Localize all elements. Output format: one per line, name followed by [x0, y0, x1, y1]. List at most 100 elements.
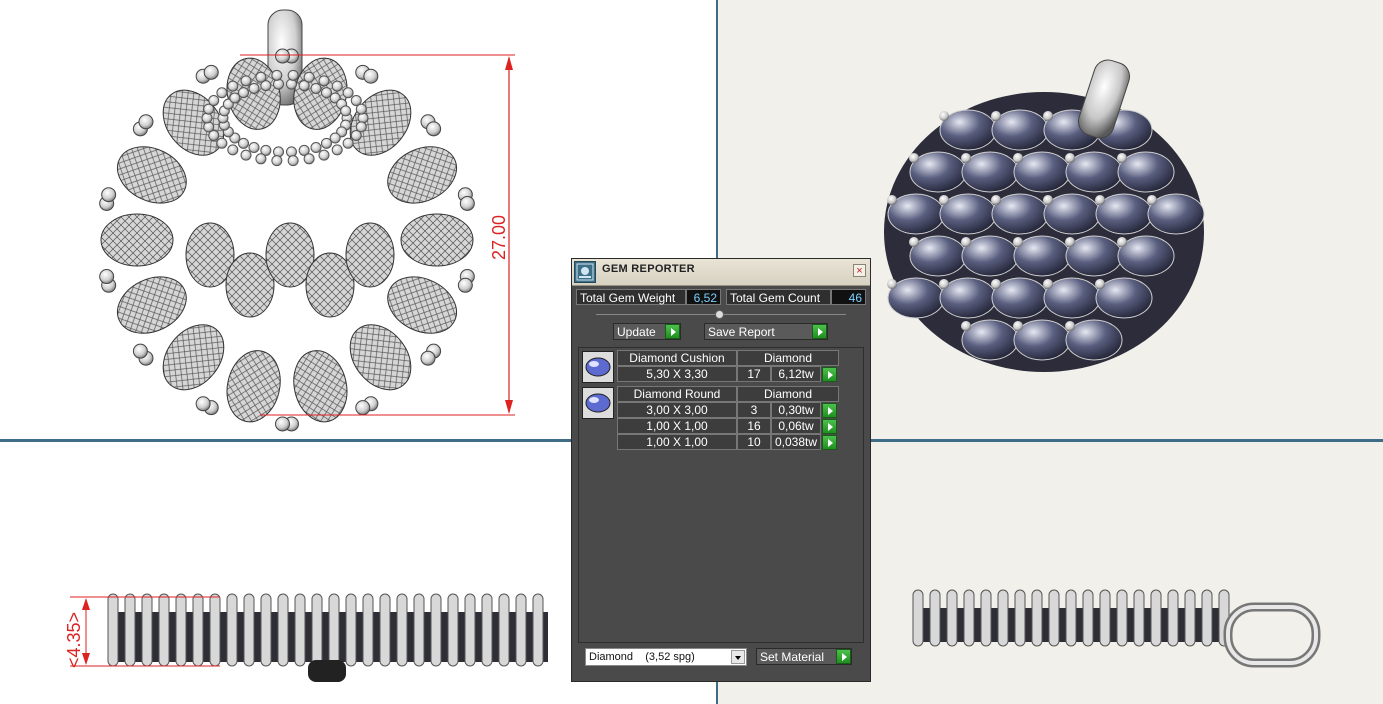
small-round-gem [318, 149, 330, 161]
gem-count-cell: 16 [737, 418, 771, 434]
prong [1043, 195, 1053, 205]
gem-reporter-icon [574, 261, 596, 283]
cushion-gem [100, 213, 174, 267]
prong [138, 114, 154, 130]
prong [457, 277, 473, 293]
update-button[interactable]: Update [613, 323, 681, 340]
group-material-header: Diamond [737, 386, 839, 402]
prong [275, 416, 291, 432]
small-round-gem [273, 146, 285, 158]
small-round-gem [303, 71, 315, 83]
gem-count-cell: 10 [737, 434, 771, 450]
prong [420, 350, 436, 366]
prong [459, 195, 475, 211]
material-select[interactable]: Diamond (3,52 spg) [585, 648, 747, 666]
prong [311, 593, 323, 667]
group-shape-header: Diamond Round [617, 386, 737, 402]
prong [362, 593, 374, 667]
prong [961, 153, 971, 163]
prong [1048, 589, 1060, 647]
prong [1013, 321, 1023, 331]
prong [363, 68, 379, 84]
prong [991, 195, 1001, 205]
panel-titlebar[interactable]: GEM REPORTER × [572, 259, 870, 286]
prong [277, 593, 289, 667]
small-round-gem [318, 75, 330, 87]
close-button[interactable]: × [853, 264, 866, 277]
total-gem-count-value: 46 [831, 289, 866, 305]
gem-size-cell: 5,30 X 3,30 [617, 366, 737, 382]
save-report-button[interactable]: Save Report [704, 323, 828, 340]
save-report-button-label: Save Report [708, 325, 775, 339]
small-round-gem [287, 155, 299, 167]
prong [1065, 153, 1075, 163]
prong [1184, 589, 1196, 647]
prong [430, 593, 442, 667]
total-gem-weight-label: Total Gem Weight [576, 289, 686, 305]
prong [1082, 589, 1094, 647]
prong [532, 593, 544, 667]
prong [961, 237, 971, 247]
small-round-gem [285, 78, 297, 90]
gem-weight-cell: 6,12tw [771, 366, 821, 382]
cushion-gem [400, 213, 474, 267]
gem-size-cell: 1,00 X 1,00 [617, 434, 737, 450]
small-round-gem [350, 129, 362, 141]
prong [991, 279, 1001, 289]
prong [294, 593, 306, 667]
gem-weight-cell: 0,30tw [771, 402, 821, 418]
prong [141, 593, 153, 667]
prong [1116, 589, 1128, 647]
material-select-value: Diamond (3,52 spg) [589, 651, 695, 663]
select-gems-go-icon[interactable] [822, 367, 837, 382]
prong [158, 593, 170, 667]
prong [226, 593, 238, 667]
update-go-icon[interactable] [665, 324, 680, 339]
height-dimension-label: 27.00 [489, 215, 509, 260]
round-gem-thumbnail-icon[interactable] [582, 387, 614, 419]
save-report-go-icon[interactable] [812, 324, 827, 339]
cushion-gem-thumbnail-icon[interactable] [582, 351, 614, 383]
prong [203, 64, 219, 80]
small-round-gem [310, 142, 322, 154]
prong [1095, 195, 1105, 205]
prong [99, 269, 115, 285]
prong [961, 321, 971, 331]
small-round-gem [342, 137, 354, 149]
prong [379, 593, 391, 667]
prong [413, 593, 425, 667]
small-round-gem [303, 153, 315, 165]
select-gems-go-icon[interactable] [822, 435, 837, 450]
small-round-gem [227, 80, 239, 92]
prong [345, 593, 357, 667]
set-material-go-icon[interactable] [836, 649, 851, 664]
small-round-gem [216, 137, 228, 149]
set-material-button[interactable]: Set Material [756, 648, 852, 665]
select-gems-go-icon[interactable] [822, 403, 837, 418]
prong [481, 593, 493, 667]
small-round-gem [248, 82, 260, 94]
chevron-down-icon[interactable] [731, 650, 745, 664]
prong [1201, 589, 1213, 647]
prong [946, 589, 958, 647]
small-round-gem [208, 95, 220, 107]
prong [1150, 589, 1162, 647]
prong [1013, 237, 1023, 247]
prong [1167, 589, 1179, 647]
small-round-gem [248, 142, 260, 154]
prong [939, 111, 949, 121]
depth-dimension-label: <4.35> [64, 612, 84, 668]
select-gems-go-icon[interactable] [822, 419, 837, 434]
collapse-handle[interactable] [715, 310, 724, 319]
prong [1095, 279, 1105, 289]
prong [498, 593, 510, 667]
gem-count-cell: 17 [737, 366, 771, 382]
small-round-gem [255, 153, 267, 165]
small-round-gem [355, 103, 367, 115]
small-round-gem [287, 69, 299, 81]
prong [515, 593, 527, 667]
prong [909, 153, 919, 163]
small-round-gem [342, 87, 354, 99]
small-round-gem [227, 144, 239, 156]
group-material-header: Diamond [737, 350, 839, 366]
